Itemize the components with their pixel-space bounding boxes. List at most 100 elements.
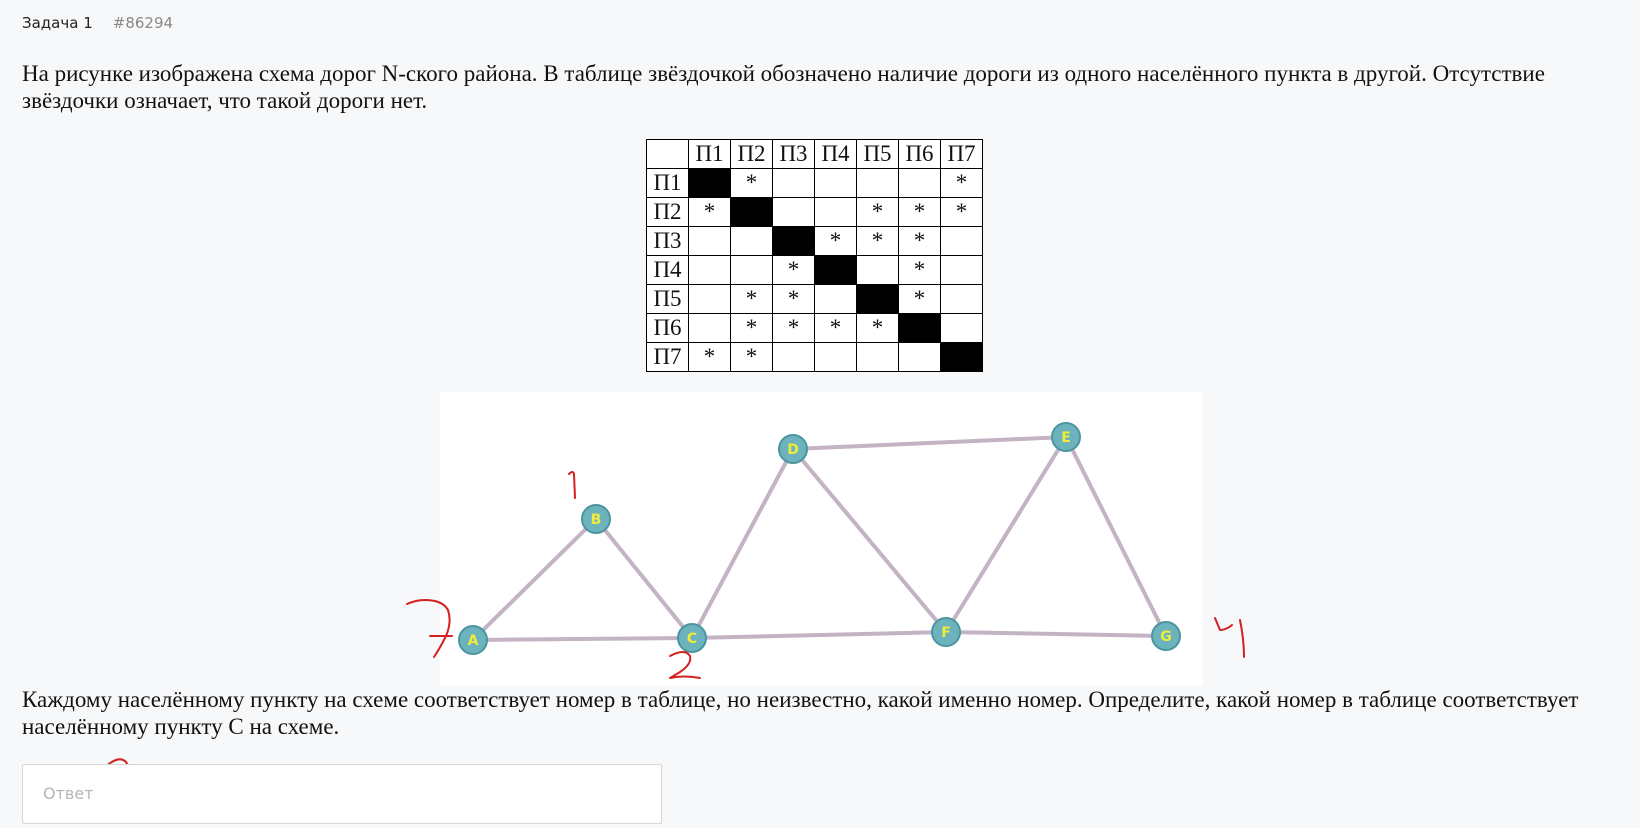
graph-edge-E-G bbox=[1064, 436, 1168, 637]
table-cell bbox=[856, 168, 899, 198]
table-diagonal-cell bbox=[940, 342, 983, 372]
answer-input[interactable] bbox=[23, 765, 663, 821]
table-cell bbox=[814, 342, 857, 372]
road-graph: A B C D E F G bbox=[440, 392, 1203, 686]
table-cell bbox=[814, 284, 857, 314]
table-row-header: П6 bbox=[646, 313, 689, 343]
table-cell: * bbox=[688, 342, 731, 372]
table-cell bbox=[730, 226, 773, 256]
graph-svg: A B C D E F G bbox=[458, 422, 1181, 655]
table-cell bbox=[814, 197, 857, 227]
table-cell: * bbox=[688, 197, 731, 227]
table-cell bbox=[772, 168, 815, 198]
table-col-header: П3 bbox=[772, 139, 815, 169]
table-cell: * bbox=[856, 226, 899, 256]
table-cell bbox=[898, 342, 941, 372]
table-row: П6 * * * * bbox=[646, 313, 983, 343]
table-diagonal-cell bbox=[730, 197, 773, 227]
table-row-header: П3 bbox=[646, 226, 689, 256]
table-cell bbox=[772, 197, 815, 227]
answer-field[interactable] bbox=[22, 764, 663, 824]
table-diagonal-cell bbox=[856, 284, 899, 314]
table-cell: * bbox=[814, 226, 857, 256]
graph-edge-C-D bbox=[690, 448, 795, 639]
table-cell: * bbox=[772, 284, 815, 314]
graph-node-label: F bbox=[941, 625, 951, 641]
handwritten-4-near-g bbox=[1214, 617, 1245, 658]
table-cell bbox=[898, 168, 941, 198]
table-col-header: П7 bbox=[940, 139, 983, 169]
graph-edge-C-F bbox=[691, 630, 947, 640]
graph-edge-A-B bbox=[471, 517, 598, 642]
table-cell bbox=[940, 226, 983, 256]
graph-edge-F-G bbox=[945, 630, 1167, 638]
graph-edge-D-E bbox=[792, 435, 1067, 451]
table-header-row: П1 П2 П3 П4 П5 П6 П7 bbox=[646, 139, 983, 169]
table-cell bbox=[940, 255, 983, 285]
table-cell bbox=[940, 284, 983, 314]
table-row: П5 * * * bbox=[646, 284, 983, 314]
table-col-header: П4 bbox=[814, 139, 857, 169]
table-cell: * bbox=[730, 313, 773, 343]
graph-node-label: C bbox=[687, 631, 697, 647]
table-cell: * bbox=[772, 313, 815, 343]
table-diagonal-cell bbox=[898, 313, 941, 343]
table-cell: * bbox=[898, 255, 941, 285]
table-col-header: П1 bbox=[688, 139, 731, 169]
table-cell: * bbox=[940, 197, 983, 227]
graph-node-label: E bbox=[1061, 430, 1071, 446]
graph-node-label: D bbox=[787, 442, 799, 458]
table-cell: * bbox=[898, 197, 941, 227]
table-cell: * bbox=[856, 313, 899, 343]
table-diagonal-cell bbox=[688, 168, 731, 198]
table-row: П2 * * * * bbox=[646, 197, 983, 227]
table-diagonal-cell bbox=[772, 226, 815, 256]
table-row-header: П4 bbox=[646, 255, 689, 285]
table-cell bbox=[940, 313, 983, 343]
table-col-header: П2 bbox=[730, 139, 773, 169]
graph-node-label: A bbox=[468, 633, 479, 649]
table-cell: * bbox=[856, 197, 899, 227]
table-corner-cell bbox=[646, 139, 689, 169]
table-row-header: П7 bbox=[646, 342, 689, 372]
task-title: Задача 1 bbox=[22, 14, 93, 32]
graph-edge-E-F bbox=[944, 435, 1068, 634]
question-text: На рисунке изображена схема дорог N-ског… bbox=[22, 61, 1545, 113]
table-cell bbox=[688, 226, 731, 256]
table-cell: * bbox=[730, 284, 773, 314]
table-cell: * bbox=[940, 168, 983, 198]
table-cell bbox=[772, 342, 815, 372]
table-cell bbox=[688, 313, 731, 343]
table-col-header: П6 bbox=[898, 139, 941, 169]
table-cell bbox=[856, 255, 899, 285]
table-row-header: П2 bbox=[646, 197, 689, 227]
table-cell: * bbox=[772, 255, 815, 285]
graph-edge-A-C bbox=[472, 636, 693, 642]
table-row: П4 * * bbox=[646, 255, 983, 285]
table-diagonal-cell bbox=[814, 255, 857, 285]
adjacency-table: П1 П2 П3 П4 П5 П6 П7 П1 * * П2 * * * * П3 * * * П4 * * П5 * * * П6… bbox=[646, 139, 983, 372]
table-cell: * bbox=[730, 168, 773, 198]
table-cell bbox=[730, 255, 773, 285]
table-col-header: П5 bbox=[856, 139, 899, 169]
question-text-2: Каждому населённому пункту на схеме соот… bbox=[22, 687, 1579, 739]
table-row-header: П1 bbox=[646, 168, 689, 198]
graph-edge-B-C bbox=[594, 517, 694, 640]
table-row: П7 * * bbox=[646, 342, 983, 372]
table-cell bbox=[856, 342, 899, 372]
task-header: Задача 1 #86294 bbox=[22, 14, 173, 32]
task-id: #86294 bbox=[112, 14, 174, 32]
table-cell: * bbox=[814, 313, 857, 343]
table-cell: * bbox=[898, 226, 941, 256]
table-row: П3 * * * bbox=[646, 226, 983, 256]
table-cell: * bbox=[730, 342, 773, 372]
table-row-header: П5 bbox=[646, 284, 689, 314]
table-cell bbox=[688, 255, 731, 285]
graph-node-label: B bbox=[591, 512, 602, 528]
table-cell: * bbox=[898, 284, 941, 314]
graph-node-label: G bbox=[1160, 629, 1172, 645]
table-cell bbox=[688, 284, 731, 314]
graph-edge-D-F bbox=[791, 447, 948, 634]
table-cell bbox=[814, 168, 857, 198]
table-row: П1 * * bbox=[646, 168, 983, 198]
